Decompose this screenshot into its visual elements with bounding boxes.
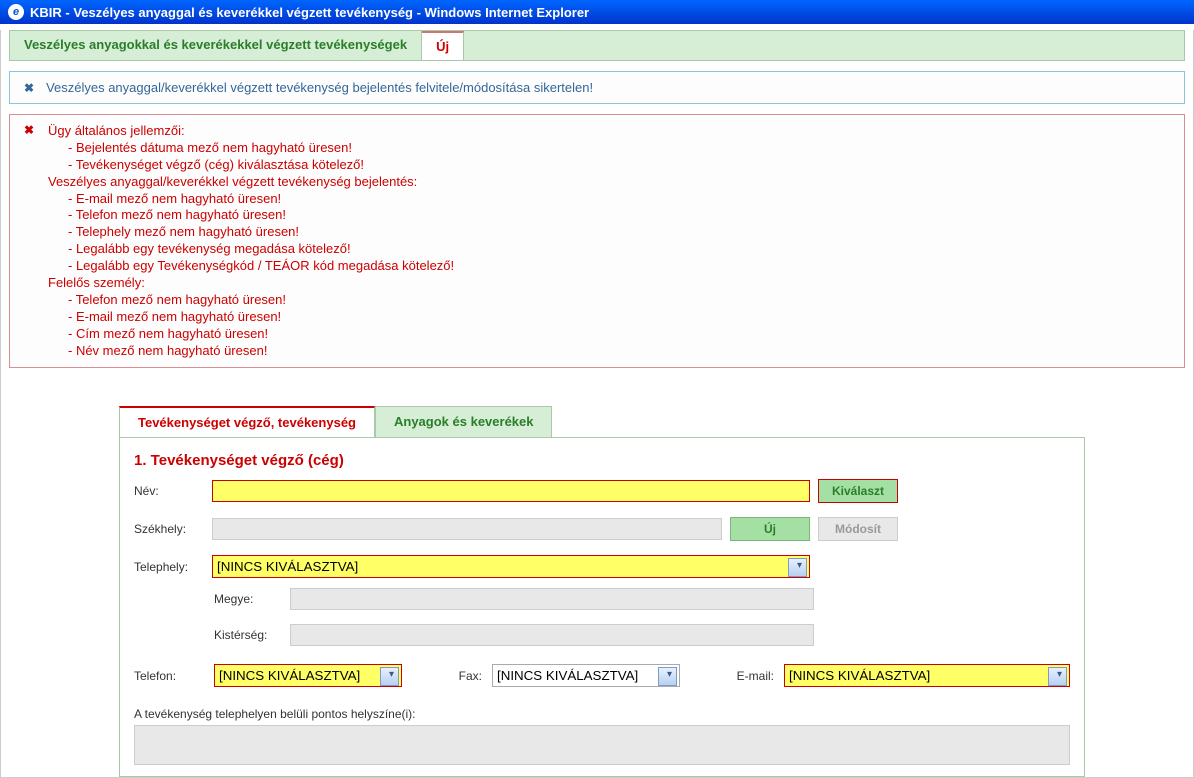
error-item: - Telefon mező nem hagyható üresen! xyxy=(68,207,1170,224)
error-item: - E-mail mező nem hagyható üresen! xyxy=(68,309,1170,326)
fax-select[interactable] xyxy=(492,664,680,687)
error-message: Ügy általános jellemzői: - Bejelentés dá… xyxy=(24,123,1170,359)
form-tab-activity[interactable]: Tevékenységet végző, tevékenység xyxy=(119,406,375,437)
error-item: - Legalább egy tevékenység megadása köte… xyxy=(68,241,1170,258)
label-email: E-mail: xyxy=(724,669,774,683)
label-name: Név: xyxy=(134,484,204,498)
region-input xyxy=(290,624,814,646)
error-x-icon: ✖ xyxy=(24,123,34,137)
window-title: KBIR - Veszélyes anyaggal és keverékkel … xyxy=(30,5,589,20)
label-site: Telephely: xyxy=(134,560,204,574)
county-input xyxy=(290,588,814,610)
error-section-2: Veszélyes anyaggal/keverékkel végzett te… xyxy=(48,174,1170,191)
alert-box: ✖ Veszélyes anyaggal/keverékkel végzett … xyxy=(9,71,1185,104)
label-region: Kistérség: xyxy=(214,628,282,642)
error-item: - Név mező nem hagyható üresen! xyxy=(68,343,1170,360)
label-location: A tevékenység telephelyen belüli pontos … xyxy=(134,707,1070,721)
error-item: - Cím mező nem hagyható üresen! xyxy=(68,326,1170,343)
top-tab-strip: Veszélyes anyagokkal és keverékekkel vég… xyxy=(9,30,1185,61)
select-button[interactable]: Kiválaszt xyxy=(818,479,898,503)
seat-input xyxy=(212,518,722,540)
label-county: Megye: xyxy=(214,592,282,606)
email-select[interactable] xyxy=(784,664,1070,687)
label-phone: Telefon: xyxy=(134,669,204,683)
error-item: - Legalább egy Tevékenységkód / TEÁOR kó… xyxy=(68,258,1170,275)
error-item: - Tevékenységet végző (cég) kiválasztása… xyxy=(68,157,1170,174)
ie-icon: e xyxy=(8,4,24,20)
form-panel: 1. Tevékenységet végző (cég) Név: Kivála… xyxy=(119,437,1085,777)
error-item: - Bejelentés dátuma mező nem hagyható ür… xyxy=(68,140,1170,157)
new-button[interactable]: Új xyxy=(730,517,810,541)
name-input[interactable] xyxy=(212,480,810,502)
label-fax: Fax: xyxy=(446,669,482,683)
error-item: - E-mail mező nem hagyható üresen! xyxy=(68,191,1170,208)
alert-x-icon: ✖ xyxy=(24,81,34,95)
label-seat: Székhely: xyxy=(134,522,204,536)
tab-new[interactable]: Új xyxy=(422,31,464,60)
error-item: - Telefon mező nem hagyható üresen! xyxy=(68,292,1170,309)
error-box: ✖ Ügy általános jellemzői: - Bejelentés … xyxy=(9,114,1185,368)
phone-select[interactable] xyxy=(214,664,402,687)
site-select[interactable] xyxy=(212,555,810,578)
form-tab-strip: Tevékenységet végző, tevékenység Anyagok… xyxy=(119,406,1085,437)
tab-activities[interactable]: Veszélyes anyagokkal és keverékekkel vég… xyxy=(10,31,422,60)
modify-button: Módosít xyxy=(818,517,898,541)
error-section-1: Ügy általános jellemzői: xyxy=(48,123,1170,140)
form-tab-materials[interactable]: Anyagok és keverékek xyxy=(375,406,552,437)
alert-message: Veszélyes anyaggal/keverékkel végzett te… xyxy=(46,80,593,95)
window-titlebar: e KBIR - Veszélyes anyaggal és keverékke… xyxy=(0,0,1194,24)
location-textarea[interactable] xyxy=(134,725,1070,765)
error-section-3: Felelős személy: xyxy=(48,275,1170,292)
error-item: - Telephely mező nem hagyható üresen! xyxy=(68,224,1170,241)
section-title: 1. Tevékenységet végző (cég) xyxy=(134,452,1070,469)
